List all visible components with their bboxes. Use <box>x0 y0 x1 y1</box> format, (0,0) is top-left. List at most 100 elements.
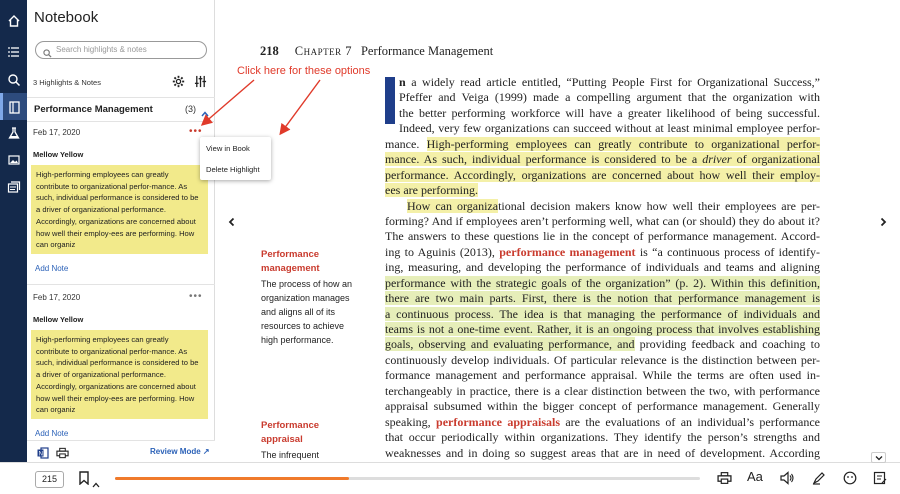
progress-fill <box>115 477 349 480</box>
more-options-icon[interactable]: ••• <box>189 291 203 302</box>
add-note-link[interactable]: Add Note <box>35 429 68 438</box>
app-rail <box>0 0 27 494</box>
notebook-title: Notebook <box>34 9 99 26</box>
read-aloud-icon[interactable] <box>780 471 795 490</box>
search-icon <box>43 45 52 63</box>
margin-def-line: high performance. <box>261 335 334 345</box>
text-line: ees are performing. <box>385 183 478 198</box>
more-options-icon[interactable]: ••• <box>189 126 203 137</box>
highlights-count: 3 Highlights & Notes <box>33 78 101 87</box>
chevron-down-icon <box>875 455 882 460</box>
page-number: 218 <box>260 44 279 58</box>
section-count: (3) <box>185 104 196 114</box>
highlight-text[interactable]: High-performing employees can greatly co… <box>31 330 208 419</box>
text-line: that occur periodically within organizat… <box>385 430 820 445</box>
print-icon[interactable] <box>717 471 732 490</box>
margin-def-line: The infrequent <box>261 450 320 460</box>
margin-term: Performance appraisal <box>261 419 319 447</box>
text-line: terchangeably in practice, there is a cl… <box>385 383 820 398</box>
text-line: Pfeffer and Veiga (1999) made a compelli… <box>399 90 820 105</box>
margin-def-line: resources to achieve <box>261 321 345 331</box>
note-date: Feb 17, 2020 <box>33 293 81 302</box>
chevron-up-icon[interactable] <box>92 475 100 493</box>
text-line: n a widely read article entitled, “Putti… <box>399 75 820 89</box>
text-size-icon[interactable]: Aa <box>747 469 763 484</box>
callout-annotation: Click here for these options <box>237 65 371 77</box>
drop-cap <box>385 77 395 124</box>
chapter-title: Performance Management <box>360 44 494 58</box>
flask-icon[interactable] <box>0 119 27 146</box>
text-line: performance with the strategic goals of … <box>385 275 820 290</box>
note-date: Feb 17, 2020 <box>33 128 81 137</box>
text-line: mance. As such, individual performance i… <box>385 152 820 167</box>
notebook-icon[interactable] <box>0 93 27 120</box>
scroll-down-button[interactable] <box>871 452 886 463</box>
text-line: there are two main parts. First, there i… <box>385 291 820 306</box>
text-line: ing, measuring, and developing the perfo… <box>385 260 820 275</box>
delete-highlight-item[interactable]: Delete Highlight <box>206 165 260 174</box>
margin-definition: The process of how an organization manag… <box>261 277 352 347</box>
chevron-up-icon[interactable] <box>201 105 209 123</box>
review-mode-label: Review Mode <box>150 447 201 456</box>
highlight-color-label: Mellow Yellow <box>33 150 84 159</box>
text-line: the better performing workforce will hav… <box>399 105 820 120</box>
page-input[interactable]: 215 <box>35 471 64 488</box>
text-line: ing to Aguinis (2013), performance manag… <box>385 244 820 259</box>
settings-icon[interactable] <box>6 470 21 490</box>
text-line: goals, observing and evaluating performa… <box>385 337 820 352</box>
add-note-link[interactable]: Add Note <box>35 264 68 273</box>
margin-def-line: organization manages <box>261 293 350 303</box>
search-input[interactable]: Search highlights & notes <box>35 41 207 59</box>
search-placeholder: Search highlights & notes <box>56 45 147 54</box>
text-line: How can organizational decision makers k… <box>407 198 820 213</box>
divider <box>27 284 215 285</box>
highlighter-icon[interactable] <box>812 471 826 490</box>
list-icon[interactable] <box>0 38 27 65</box>
text-line: formance management and performance appr… <box>385 368 820 383</box>
text-line: speaking, performance appraisals are the… <box>385 414 820 429</box>
view-in-book-item[interactable]: View in Book <box>206 144 250 153</box>
text-line: continuously develop individuals. Of par… <box>385 352 820 367</box>
margin-term-line: management <box>261 263 320 274</box>
margin-def-line: The process of how an <box>261 279 353 289</box>
margin-def-line: and aligns all of its <box>261 307 336 317</box>
chapter-label: Chapter 7 <box>294 44 352 58</box>
external-link-icon: ↗ <box>202 447 210 456</box>
text-line: a continuous process. The idea is that m… <box>385 306 820 321</box>
text-line: teams is not a one-time event. Rather, i… <box>385 322 820 336</box>
svg-text:N: N <box>39 452 43 458</box>
text-line: The answers to these questions lie in th… <box>385 229 820 244</box>
highlight-text[interactable]: High-performing employees can greatly co… <box>31 165 208 254</box>
flashcards-icon[interactable] <box>0 173 27 200</box>
home-icon[interactable] <box>0 7 27 34</box>
image-icon[interactable] <box>0 146 27 173</box>
section-header[interactable]: Performance Management (3) <box>27 97 215 122</box>
notebook-panel: Notebook Search highlights & notes 3 Hig… <box>27 0 215 462</box>
reader-toolbar: 215 Aa <box>0 462 900 494</box>
margin-term-line: appraisal <box>261 434 303 445</box>
reading-progress-bar[interactable] <box>115 477 700 480</box>
review-mode-link[interactable]: Review Mode ↗ <box>150 447 210 456</box>
section-title: Performance Management <box>34 104 153 115</box>
search-icon[interactable] <box>0 66 27 93</box>
notebook-footer: N Review Mode ↗ <box>27 440 215 462</box>
text-line: mance. High-performing employees can gre… <box>385 136 820 151</box>
margin-definition: The infrequent <box>261 448 319 462</box>
next-page-button[interactable] <box>873 212 893 232</box>
text-line: forming? And if employees aren’t perform… <box>385 213 820 228</box>
highlight-color-label: Mellow Yellow <box>33 315 84 324</box>
filter-sliders-icon[interactable] <box>194 75 207 93</box>
text-line: Indeed, very few organizations can succe… <box>399 121 820 136</box>
bookmark-icon[interactable] <box>78 471 90 490</box>
body-text[interactable]: n a widely read article entitled, “Putti… <box>385 75 820 461</box>
text-line: weaknesses and in doing so suggest areas… <box>385 445 820 460</box>
text-line: performance. Accordingly, organizations … <box>385 167 820 182</box>
text-line: appraisal subsumed within the bigger con… <box>385 399 820 414</box>
margin-term-line: Performance <box>261 420 320 431</box>
previous-page-button[interactable] <box>222 212 242 232</box>
settings-gear-icon[interactable] <box>172 75 185 93</box>
reactions-icon[interactable] <box>843 471 857 490</box>
margin-term: Performance management <box>261 248 320 276</box>
margin-term-line: Performance <box>261 249 320 260</box>
notes-icon[interactable] <box>873 471 887 490</box>
